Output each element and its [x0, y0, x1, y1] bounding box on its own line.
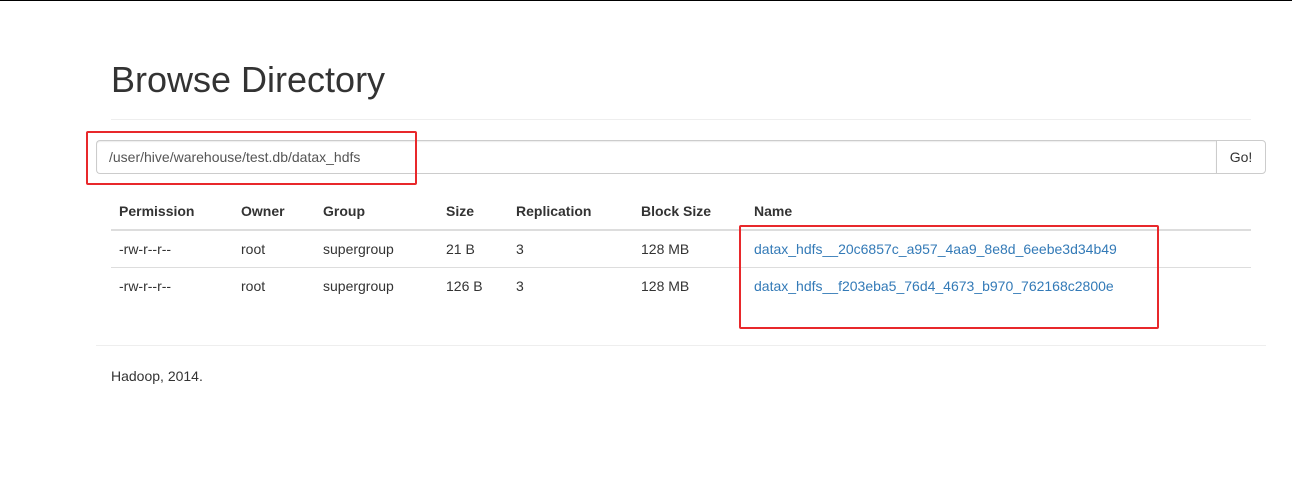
cell-replication: 3: [508, 230, 633, 268]
table-row: -rw-r--r-- root supergroup 126 B 3 128 M…: [111, 267, 1251, 304]
path-input[interactable]: [96, 140, 1216, 174]
cell-replication: 3: [516, 277, 524, 294]
header-permission[interactable]: Permission: [111, 193, 233, 231]
cell-permission: -rw-r--r--: [111, 230, 233, 268]
cell-owner: root: [241, 277, 266, 294]
header-size[interactable]: Size: [438, 193, 508, 231]
cell-size: 126 B: [446, 277, 483, 294]
header-name[interactable]: Name: [746, 193, 1251, 231]
title-divider: [111, 119, 1251, 120]
cell-name: datax_hdfs__f203eba5_76d4_4673_b970_7621…: [746, 267, 1251, 304]
path-bar: Go!: [96, 140, 1266, 174]
top-border: [0, 0, 1292, 1]
header-owner[interactable]: Owner: [233, 193, 315, 231]
go-button[interactable]: Go!: [1216, 140, 1266, 174]
header-replication[interactable]: Replication: [508, 193, 633, 231]
table-row: -rw-r--r-- root supergroup 21 B 3 128 MB…: [111, 230, 1251, 268]
cell-block-size: 128 MB: [633, 230, 746, 268]
cell-block-size: 128 MB: [641, 277, 690, 294]
cell-owner: root: [233, 230, 315, 268]
cell-group: supergroup: [323, 277, 394, 294]
page-title: Browse Directory: [111, 59, 386, 100]
cell-permission: -rw-r--r--: [119, 277, 172, 294]
cell-name: datax_hdfs__20c6857c_a957_4aa9_8e8d_6eeb…: [746, 230, 1251, 268]
file-link[interactable]: datax_hdfs__20c6857c_a957_4aa9_8e8d_6eeb…: [754, 241, 1117, 257]
table-header-row: Permission Owner Group Size Replication …: [111, 193, 1251, 231]
file-table: Permission Owner Group Size Replication …: [111, 193, 1251, 304]
cell-group: supergroup: [315, 230, 438, 268]
cell-size: 21 B: [438, 230, 508, 268]
header-group[interactable]: Group: [315, 193, 438, 231]
footer-divider: [96, 345, 1266, 346]
header-block-size[interactable]: Block Size: [633, 193, 746, 231]
footer-text: Hadoop, 2014.: [111, 368, 203, 384]
file-link[interactable]: datax_hdfs__f203eba5_76d4_4673_b970_7621…: [754, 278, 1114, 294]
